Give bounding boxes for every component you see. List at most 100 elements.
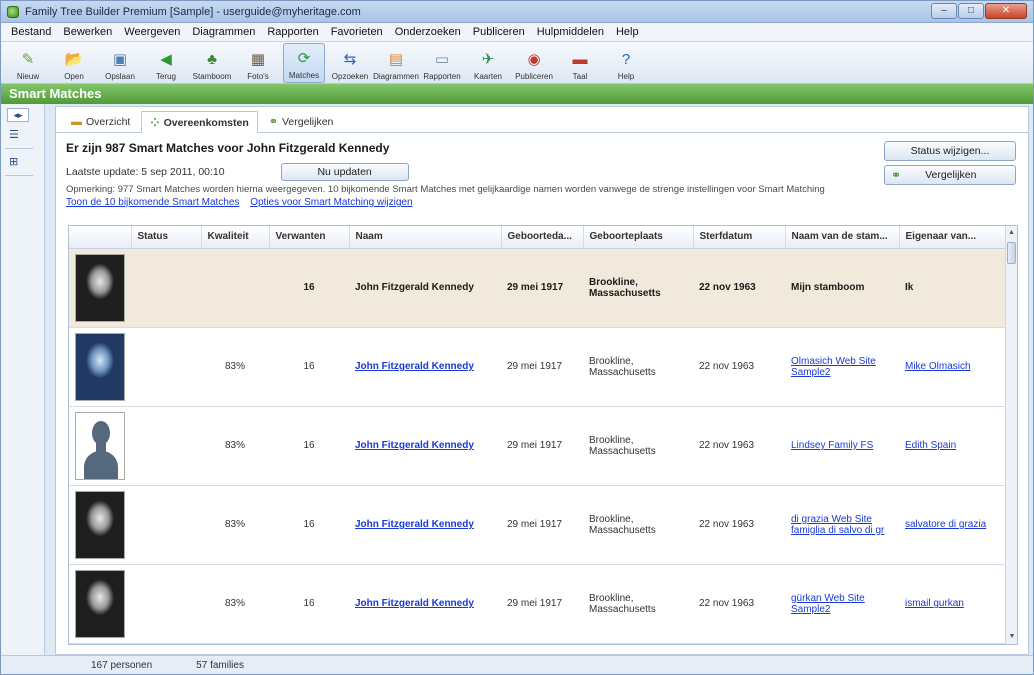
photo-cell [69,327,131,407]
tree-name-link[interactable]: di grazia Web Site famiglia di salvo di … [791,514,884,536]
minimize-button[interactable]: – [931,3,957,19]
table-scrollbar[interactable]: ▲ ▼ [1005,226,1017,644]
birth-date-cell: 29 mei 1917 [501,485,583,565]
content-area: ◂▸ ☰ ⊞ ▬ Overzicht ⁘ Overeenkomsten ⚭ Vergeli… [1,104,1033,655]
close-button[interactable]: ✕ [985,3,1027,19]
table-row[interactable]: 83% 16 John Fitzgerald Kennedy 29 mei 1917 B… [69,485,1007,565]
toolbar-button-4[interactable]: ♣ Stamboom [191,43,233,83]
status-cell [131,564,201,644]
toolbar-button-8[interactable]: ▤ Diagrammen [373,43,419,83]
table-row[interactable]: 16 John Fitzgerald Kennedy 29 mei 1917 Broo… [69,248,1007,328]
rail-divider [5,175,33,176]
toolbar-button-0[interactable]: ✎ Nieuw [7,43,49,83]
compare-icon: ⚭ [891,168,902,182]
tree-name-cell: gürkan Web Site Sample2 [785,564,899,644]
scroll-down-icon[interactable]: ▼ [1006,630,1017,644]
person-photo [75,569,125,638]
owner-link[interactable]: ismail gurkan [905,598,964,609]
toolbar-label: Diagrammen [373,72,419,81]
column-header-6[interactable]: Geboorteplaats [583,226,694,249]
toolbar-label: Foto's [247,72,269,81]
toolbar-button-13[interactable]: ? Help [605,43,647,83]
photos-icon: ▦ [250,51,266,68]
show-more-matches-link[interactable]: Toon de 10 bijkomende Smart Matches [66,197,239,208]
tab-2[interactable]: ⚭ Vergelijken [260,110,343,132]
open-icon: 📂 [64,51,84,68]
toolbar-button-10[interactable]: ✈ Kaarten [467,43,509,83]
toolbar-label: Nieuw [16,72,40,81]
change-status-button[interactable]: Status wijzigen... [884,141,1016,161]
column-header-4[interactable]: Naam [349,226,502,249]
toolbar-button-1[interactable]: 📂 Open [53,43,95,83]
menu-item-8[interactable]: Hulpmiddelen [531,26,610,38]
person-name-link[interactable]: John Fitzgerald Kennedy [355,440,474,451]
toolbar-button-12[interactable]: ▬ Taal [559,43,601,83]
status-cell [131,485,201,565]
menu-item-0[interactable]: Bestand [5,26,57,38]
menu-item-1[interactable]: Bewerken [57,26,118,38]
compare-button[interactable]: ⚭ Vergelijken [884,165,1016,185]
menu-item-2[interactable]: Weergeven [118,26,186,38]
main-toolbar: ✎ Nieuw 📂 Open ▣ Opslaan ◀ Terug ♣ Stamboom ▦ Foto'… [1,42,1033,84]
toolbar-button-11[interactable]: ◉ Publiceren [513,43,555,83]
toolbar-button-2[interactable]: ▣ Opslaan [99,43,141,83]
matches-table-container: Status Kwaliteit Verwanten Naam Geboorteda..… [68,225,1018,645]
menu-item-5[interactable]: Favorieten [325,26,389,38]
owner-link[interactable]: Edith Spain [905,440,956,451]
column-header-2[interactable]: Kwaliteit [201,226,270,249]
tree-name-link[interactable]: Olmasich Web Site Sample2 [791,356,876,378]
table-row[interactable]: 83% 16 John Fitzgerald Kennedy 29 mei 1917 B… [69,406,1007,486]
table-row[interactable]: 83% 16 John Fitzgerald Kennedy 29 mei 1917 B… [69,564,1007,644]
menu-item-4[interactable]: Rapporten [261,26,324,38]
toolbar-button-9[interactable]: ▭ Rapporten [421,43,463,83]
menu-item-7[interactable]: Publiceren [467,26,531,38]
column-header-7[interactable]: Sterfdatum [693,226,786,249]
photo-cell [69,485,131,565]
menu-item-3[interactable]: Diagrammen [186,26,261,38]
rail-toggle-button[interactable]: ◂▸ [7,108,29,122]
tab-1[interactable]: ⁘ Overeenkomsten [141,111,258,133]
tab-0[interactable]: ▬ Overzicht [62,110,139,132]
scroll-thumb[interactable] [1007,242,1016,264]
table-row[interactable]: 83% 16 John Fitzgerald Kennedy 29 mei 1917 B… [69,327,1007,407]
help-icon: ? [621,50,631,68]
toolbar-label: Publiceren [515,72,553,81]
matches-icon: ⟳ [297,50,311,67]
death-date-cell: 22 nov 1963 [693,485,785,565]
compare-icon: ⚭ [268,116,278,128]
name-cell: John Fitzgerald Kennedy [349,485,501,565]
column-header-0[interactable] [69,226,132,249]
owner-cell: Ik [899,248,1007,328]
maximize-button[interactable]: □ [958,3,984,19]
column-header-1[interactable]: Status [131,226,202,249]
person-name-link[interactable]: John Fitzgerald Kennedy [355,361,474,372]
tree-view-icon[interactable]: ⊞ [9,155,25,169]
menu-item-9[interactable]: Help [610,26,645,38]
column-header-9[interactable]: Eigenaar van... [899,226,1008,249]
owner-link[interactable]: Mike Olmasich [905,361,971,372]
scroll-up-icon[interactable]: ▲ [1006,226,1017,240]
toolbar-button-7[interactable]: ⇆ Opzoeken [329,43,371,83]
toolbar-button-3[interactable]: ◀ Terug [145,43,187,83]
name-cell: John Fitzgerald Kennedy [349,327,501,407]
toolbar-button-6[interactable]: ⟳ Matches [283,43,325,83]
menu-bar: Bestand Bewerken Weergeven Diagrammen Rappor… [1,23,1033,42]
tree-name-link[interactable]: gürkan Web Site Sample2 [791,593,865,615]
owner-link[interactable]: salvatore di grazia [905,519,986,530]
menu-item-6[interactable]: Onderzoeken [389,26,467,38]
person-name-link[interactable]: John Fitzgerald Kennedy [355,519,474,530]
column-header-3[interactable]: Verwanten [269,226,350,249]
person-name-link[interactable]: John Fitzgerald Kennedy [355,598,474,609]
toolbar-button-5[interactable]: ▦ Foto's [237,43,279,83]
column-header-8[interactable]: Naam van de stam... [785,226,900,249]
update-now-button[interactable]: Nu updaten [280,163,409,181]
death-date-cell: 22 nov 1963 [693,248,785,328]
section-banner: Smart Matches [1,84,1033,104]
tree-name-link[interactable]: Lindsey Family FS [791,440,873,451]
matching-options-link[interactable]: Opties voor Smart Matching wijzigen [250,197,412,208]
person-name-link[interactable]: John Fitzgerald Kennedy [355,282,474,293]
publish-icon: ◉ [527,51,541,68]
list-view-icon[interactable]: ☰ [9,128,25,142]
person-photo [75,253,125,322]
column-header-5[interactable]: Geboorteda... [501,226,584,249]
